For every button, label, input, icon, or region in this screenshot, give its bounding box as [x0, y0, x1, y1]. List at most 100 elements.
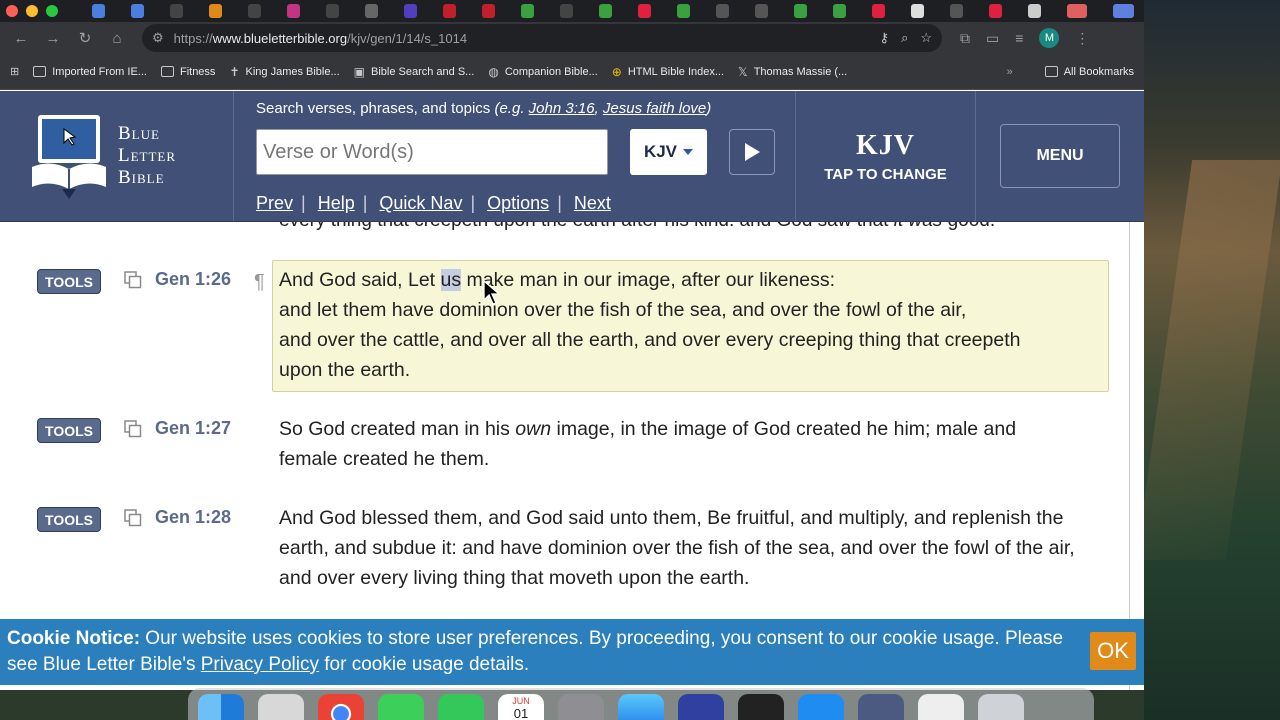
reading-list-icon[interactable]: ≡ — [1015, 30, 1023, 46]
bookmarks-overflow[interactable]: » All Bookmarks — [1007, 66, 1134, 78]
forward-arrow-icon[interactable]: → — [40, 25, 66, 51]
tab-x-icon[interactable] — [326, 4, 339, 18]
apps-grid-icon[interactable]: ⊞ — [10, 65, 19, 78]
extensions-icon[interactable]: ⧉ — [960, 30, 970, 47]
key-icon[interactable]: ⚷ — [880, 30, 890, 46]
next-link[interactable]: Next — [574, 193, 619, 214]
chrome-icon[interactable] — [318, 694, 364, 720]
copy-icon[interactable] — [124, 509, 142, 527]
verse-ref[interactable]: Gen 1:26 — [155, 269, 231, 290]
tab-app-icon[interactable] — [1067, 4, 1088, 18]
launchpad-icon[interactable] — [258, 694, 304, 720]
tab-youtube-icon[interactable] — [989, 4, 1002, 18]
zoom-icon[interactable]: ⌕ — [901, 30, 908, 46]
help-link[interactable]: Help — [318, 193, 363, 214]
bookmark-html-bible[interactable]: ⊕ HTML Bible Index... — [612, 65, 724, 79]
desktop-wallpaper — [1144, 0, 1280, 720]
copy-icon[interactable] — [124, 271, 142, 289]
search-area: Search verses, phrases, and topics (e.g.… — [234, 91, 796, 221]
bookmark-kjb[interactable]: ✝ King James Bible... — [229, 65, 339, 79]
tab-search-icon[interactable]: ▭ — [986, 30, 999, 47]
prev-link[interactable]: Prev — [256, 193, 301, 214]
tab-app-icon[interactable] — [365, 4, 378, 18]
close-window-button[interactable] — [6, 5, 18, 17]
tab-rumble-icon[interactable] — [794, 4, 807, 18]
site-logo[interactable]: Blue Letter Bible — [0, 91, 234, 221]
verse-text[interactable]: So God created man in his own image, in … — [279, 414, 1069, 474]
menu-button[interactable]: MENU — [1000, 124, 1120, 188]
folder-icon — [160, 66, 174, 77]
bookmark-thomas-massie[interactable]: 𝕏 Thomas Massie (... — [738, 65, 847, 79]
verse-text[interactable]: And God blessed them, and God said unto … — [279, 503, 1109, 593]
tools-button[interactable]: TOOLS — [37, 418, 101, 443]
verse-search-input[interactable] — [256, 129, 608, 175]
verse-text[interactable]: And God said, Let us make man in our ima… — [279, 265, 1109, 385]
tab-youtube-icon[interactable] — [638, 4, 651, 18]
options-link[interactable]: Options — [487, 193, 557, 214]
tab-app-icon[interactable] — [482, 4, 495, 18]
tab-app-icon[interactable] — [1113, 4, 1134, 18]
facetime-icon[interactable] — [438, 694, 484, 720]
app-icon[interactable] — [678, 694, 724, 720]
profile-avatar[interactable]: M — [1039, 28, 1060, 48]
version-change-button[interactable]: KJV TAP TO CHANGE — [796, 91, 976, 221]
verse-ref[interactable]: Gen 1:27 — [155, 418, 231, 439]
tab-app-icon[interactable] — [404, 4, 417, 18]
quick-nav-link[interactable]: Quick Nav — [379, 193, 470, 214]
back-arrow-icon[interactable]: ← — [8, 25, 34, 51]
bookmarks-bar: ⊞ Imported From IE... Fitness ✝ King Jame… — [0, 54, 1144, 90]
minimize-window-button[interactable] — [26, 5, 38, 17]
bookmark-star-icon[interactable]: ☆ — [920, 30, 932, 46]
document-icon[interactable] — [918, 694, 964, 720]
tab-app-icon[interactable] — [209, 4, 222, 18]
copy-icon[interactable] — [124, 420, 142, 438]
tab-docs-icon[interactable] — [131, 4, 144, 18]
mail-icon[interactable] — [798, 694, 844, 720]
chevron-double-right-icon[interactable]: » — [1007, 66, 1013, 78]
search-go-button[interactable] — [729, 129, 775, 175]
zoom-window-button[interactable] — [46, 5, 58, 17]
tab-x-icon[interactable] — [560, 4, 573, 18]
cookie-ok-button[interactable]: OK — [1090, 632, 1136, 670]
tab-app-icon[interactable] — [443, 4, 456, 18]
tab-rumble-icon[interactable] — [521, 4, 534, 18]
terminal-icon[interactable] — [738, 694, 784, 720]
example-link-jesus-faith-love[interactable]: Jesus faith love — [603, 100, 706, 117]
tab-app-icon[interactable] — [716, 4, 729, 18]
tab-app-icon[interactable] — [1028, 4, 1041, 18]
bookmark-imported[interactable]: Imported From IE... — [33, 66, 147, 78]
messages-icon[interactable] — [378, 694, 424, 720]
tab-rumble-icon[interactable] — [599, 4, 612, 18]
tab-instagram-icon[interactable] — [287, 4, 300, 18]
tools-button[interactable]: TOOLS — [37, 269, 101, 294]
tab-app-icon[interactable] — [950, 4, 963, 18]
tab-docs-icon[interactable] — [92, 4, 105, 18]
tab-wikipedia-icon[interactable] — [911, 4, 924, 18]
verse-nav: Prev | Help | Quick Nav | Options | Next — [256, 193, 795, 214]
verse-ref[interactable]: Gen 1:28 — [155, 507, 231, 528]
tab-youtube-icon[interactable] — [872, 4, 885, 18]
address-bar[interactable]: ⚙ https://www.blueletterbible.org/kjv/ge… — [142, 24, 942, 52]
privacy-policy-link[interactable]: Privacy Policy — [201, 654, 319, 675]
tab-app-icon[interactable] — [755, 4, 768, 18]
safari-icon[interactable] — [618, 694, 664, 720]
tools-button[interactable]: TOOLS — [37, 507, 101, 532]
bookmark-fitness[interactable]: Fitness — [160, 66, 215, 78]
bookmark-bible-search[interactable]: ▣ Bible Search and S... — [354, 65, 475, 79]
screen-capture-icon[interactable] — [858, 694, 904, 720]
tab-x-icon[interactable] — [170, 4, 183, 18]
bookmark-companion-bible[interactable]: ◍ Companion Bible... — [488, 65, 597, 79]
more-menu-icon[interactable]: ⋮ — [1075, 30, 1089, 47]
trash-icon[interactable] — [978, 694, 1024, 720]
home-icon[interactable]: ⌂ — [104, 25, 130, 51]
tab-x-icon[interactable] — [248, 4, 261, 18]
system-settings-icon[interactable] — [558, 694, 604, 720]
tab-rumble-icon[interactable] — [677, 4, 690, 18]
reload-icon[interactable]: ↻ — [72, 25, 98, 51]
example-link-john-3-16[interactable]: John 3:16 — [529, 100, 595, 117]
site-settings-icon[interactable]: ⚙ — [152, 30, 164, 46]
version-select[interactable]: KJV — [630, 129, 707, 175]
finder-icon[interactable] — [198, 694, 244, 720]
calendar-icon[interactable]: JUN 01 — [498, 694, 544, 720]
tab-rumble-icon[interactable] — [833, 4, 846, 18]
